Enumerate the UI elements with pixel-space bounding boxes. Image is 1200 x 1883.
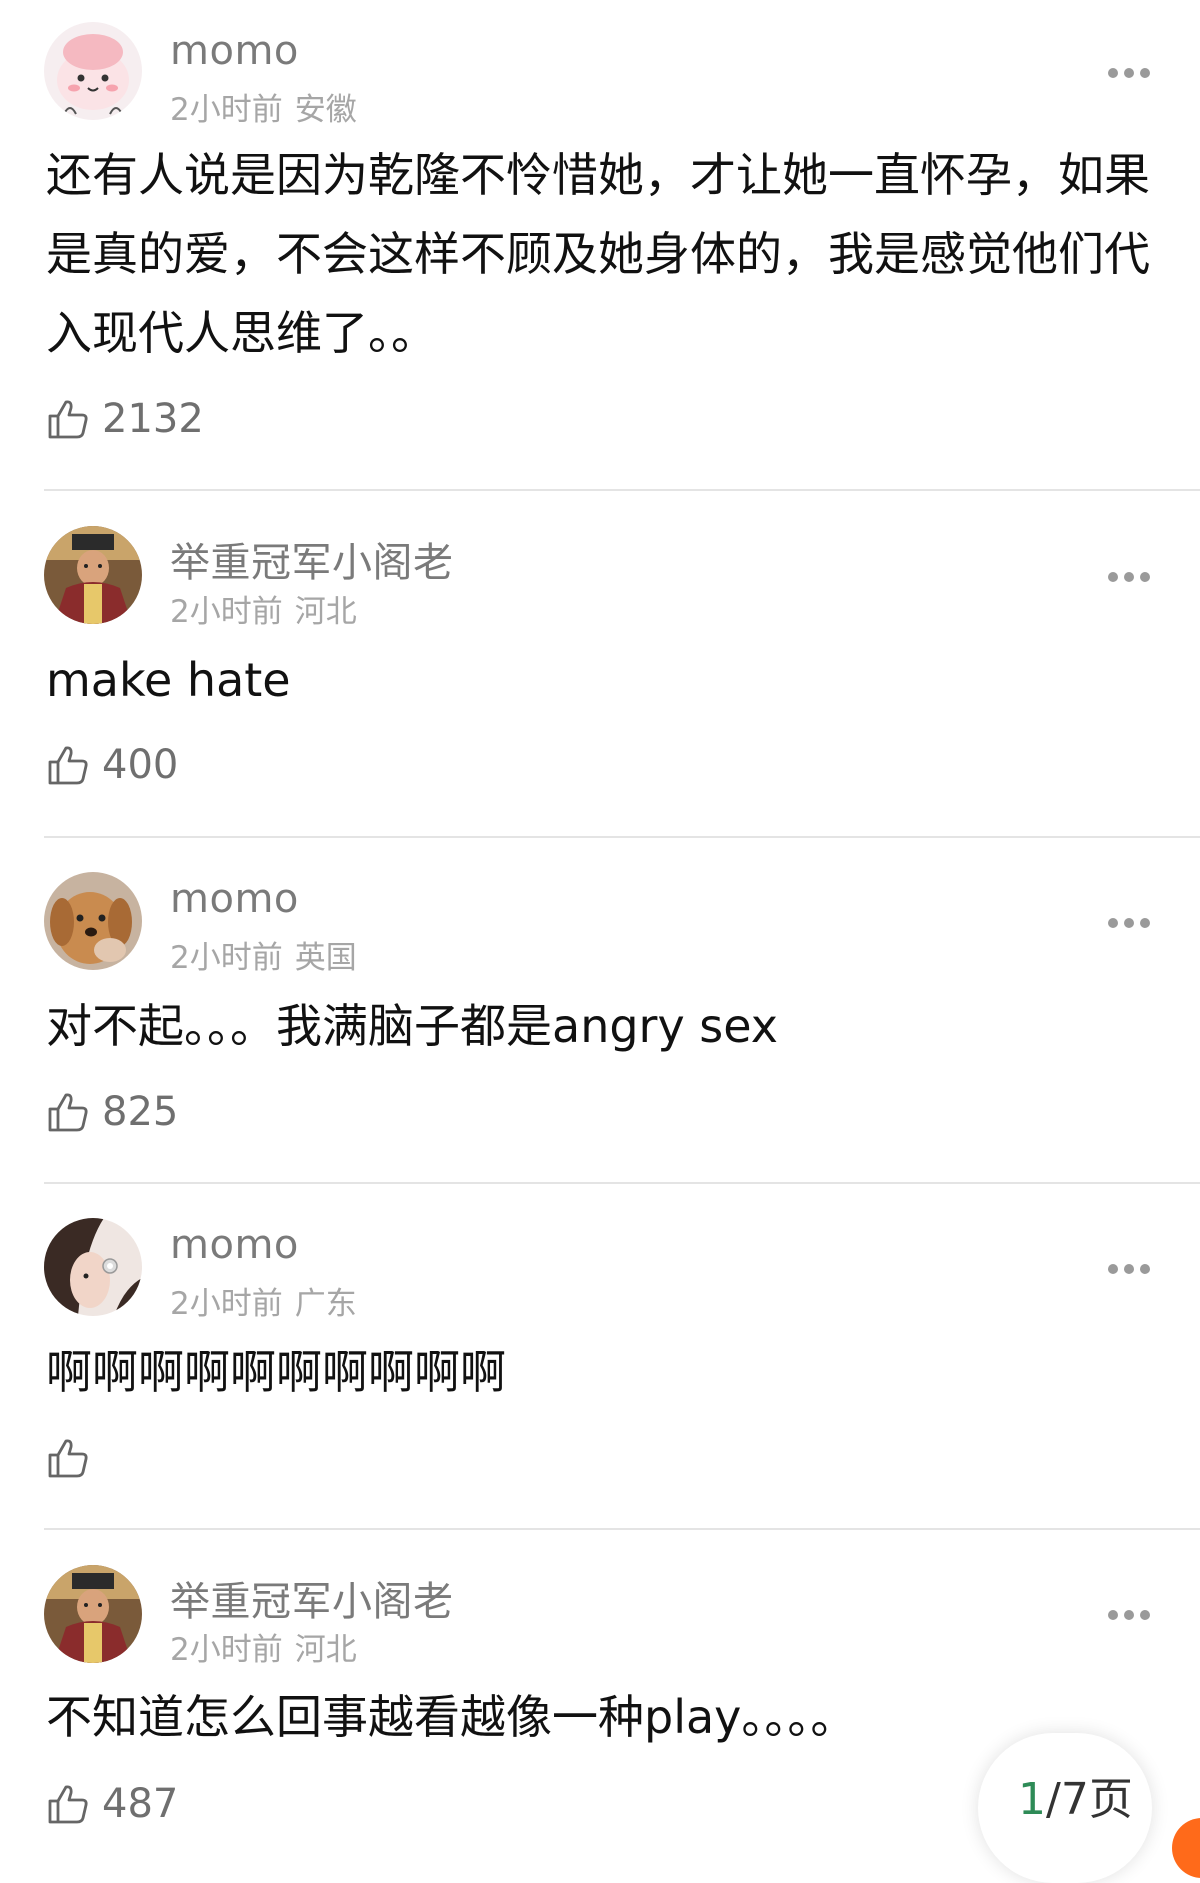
woman-earring-avatar-icon[interactable] bbox=[44, 1218, 142, 1316]
like-button[interactable]: 400 bbox=[46, 740, 178, 790]
comment-time: 2小时前 bbox=[170, 940, 283, 976]
thumbs-up-icon bbox=[48, 746, 88, 785]
like-button[interactable] bbox=[46, 1433, 102, 1483]
comment-username[interactable]: momo bbox=[170, 876, 299, 922]
comment-location: 安徽 bbox=[294, 92, 357, 128]
more-options-icon[interactable] bbox=[1108, 918, 1152, 930]
comment-meta: 2小时前 英国 bbox=[170, 932, 357, 977]
page-total: /7页 bbox=[1046, 1774, 1133, 1825]
comment-username[interactable]: 举重冠军小阁老 bbox=[170, 530, 454, 588]
comment-text: make hate bbox=[46, 653, 291, 707]
comment-location: 英国 bbox=[294, 940, 357, 976]
comment-text: 不知道怎么回事越看越像一种play。。。。 bbox=[46, 1690, 857, 1744]
comment-text: 对不起。。。我满脑子都是angry sex bbox=[46, 999, 778, 1053]
comment-text: 啊啊啊啊啊啊啊啊啊啊 bbox=[46, 1345, 506, 1399]
like-button[interactable]: 825 bbox=[46, 1087, 178, 1137]
comment-meta: 2小时前 广东 bbox=[170, 1278, 357, 1323]
divider bbox=[44, 1182, 1200, 1184]
floating-action-button[interactable] bbox=[1172, 1818, 1200, 1878]
dog-avatar-icon[interactable] bbox=[44, 872, 142, 970]
comment-meta: 2小时前 安徽 bbox=[170, 84, 357, 129]
like-count: 2132 bbox=[102, 396, 204, 442]
like-button[interactable]: 487 bbox=[46, 1779, 178, 1829]
page-indicator-button[interactable]: 1/7页 bbox=[978, 1733, 1152, 1883]
comment-location: 广东 bbox=[294, 1286, 357, 1322]
comment-username[interactable]: momo bbox=[170, 1222, 299, 1268]
pink-cartoon-avatar-icon[interactable] bbox=[44, 22, 142, 120]
costume-actor-avatar-icon[interactable] bbox=[44, 1565, 142, 1663]
thumbs-up-icon bbox=[48, 1785, 88, 1824]
thumbs-up-icon bbox=[48, 400, 88, 439]
divider bbox=[44, 489, 1200, 491]
thumbs-up-icon bbox=[48, 1439, 88, 1478]
thumbs-up-icon bbox=[48, 1093, 88, 1132]
more-options-icon[interactable] bbox=[1108, 68, 1152, 80]
comment-time: 2小时前 bbox=[170, 92, 283, 128]
comment-meta: 2小时前 河北 bbox=[170, 586, 357, 631]
comment-location: 河北 bbox=[294, 1632, 357, 1668]
comment-username[interactable]: momo bbox=[170, 28, 299, 74]
like-button[interactable]: 2132 bbox=[46, 394, 204, 444]
comment-username[interactable]: 举重冠军小阁老 bbox=[170, 1569, 454, 1627]
divider bbox=[44, 836, 1200, 838]
more-options-icon[interactable] bbox=[1108, 1610, 1152, 1622]
like-count: 487 bbox=[102, 1781, 179, 1827]
comment-time: 2小时前 bbox=[170, 1286, 283, 1322]
page-indicator-label: 1/7页 bbox=[1018, 1763, 1133, 1827]
comment-time: 2小时前 bbox=[170, 594, 283, 630]
comment-text: 还有人说是因为乾隆不怜惜她，才让她一直怀孕，如果是真的爱，不会这样不顾及她身体的… bbox=[46, 148, 1150, 360]
comment-time: 2小时前 bbox=[170, 1632, 283, 1668]
more-options-icon[interactable] bbox=[1108, 572, 1152, 584]
like-count: 400 bbox=[102, 742, 179, 788]
divider bbox=[44, 1528, 1200, 1530]
costume-actor-avatar-icon[interactable] bbox=[44, 526, 142, 624]
like-count: 825 bbox=[102, 1089, 179, 1135]
more-options-icon[interactable] bbox=[1108, 1264, 1152, 1276]
comment-meta: 2小时前 河北 bbox=[170, 1624, 357, 1669]
comment-location: 河北 bbox=[294, 594, 357, 630]
page-current: 1 bbox=[1018, 1774, 1046, 1825]
